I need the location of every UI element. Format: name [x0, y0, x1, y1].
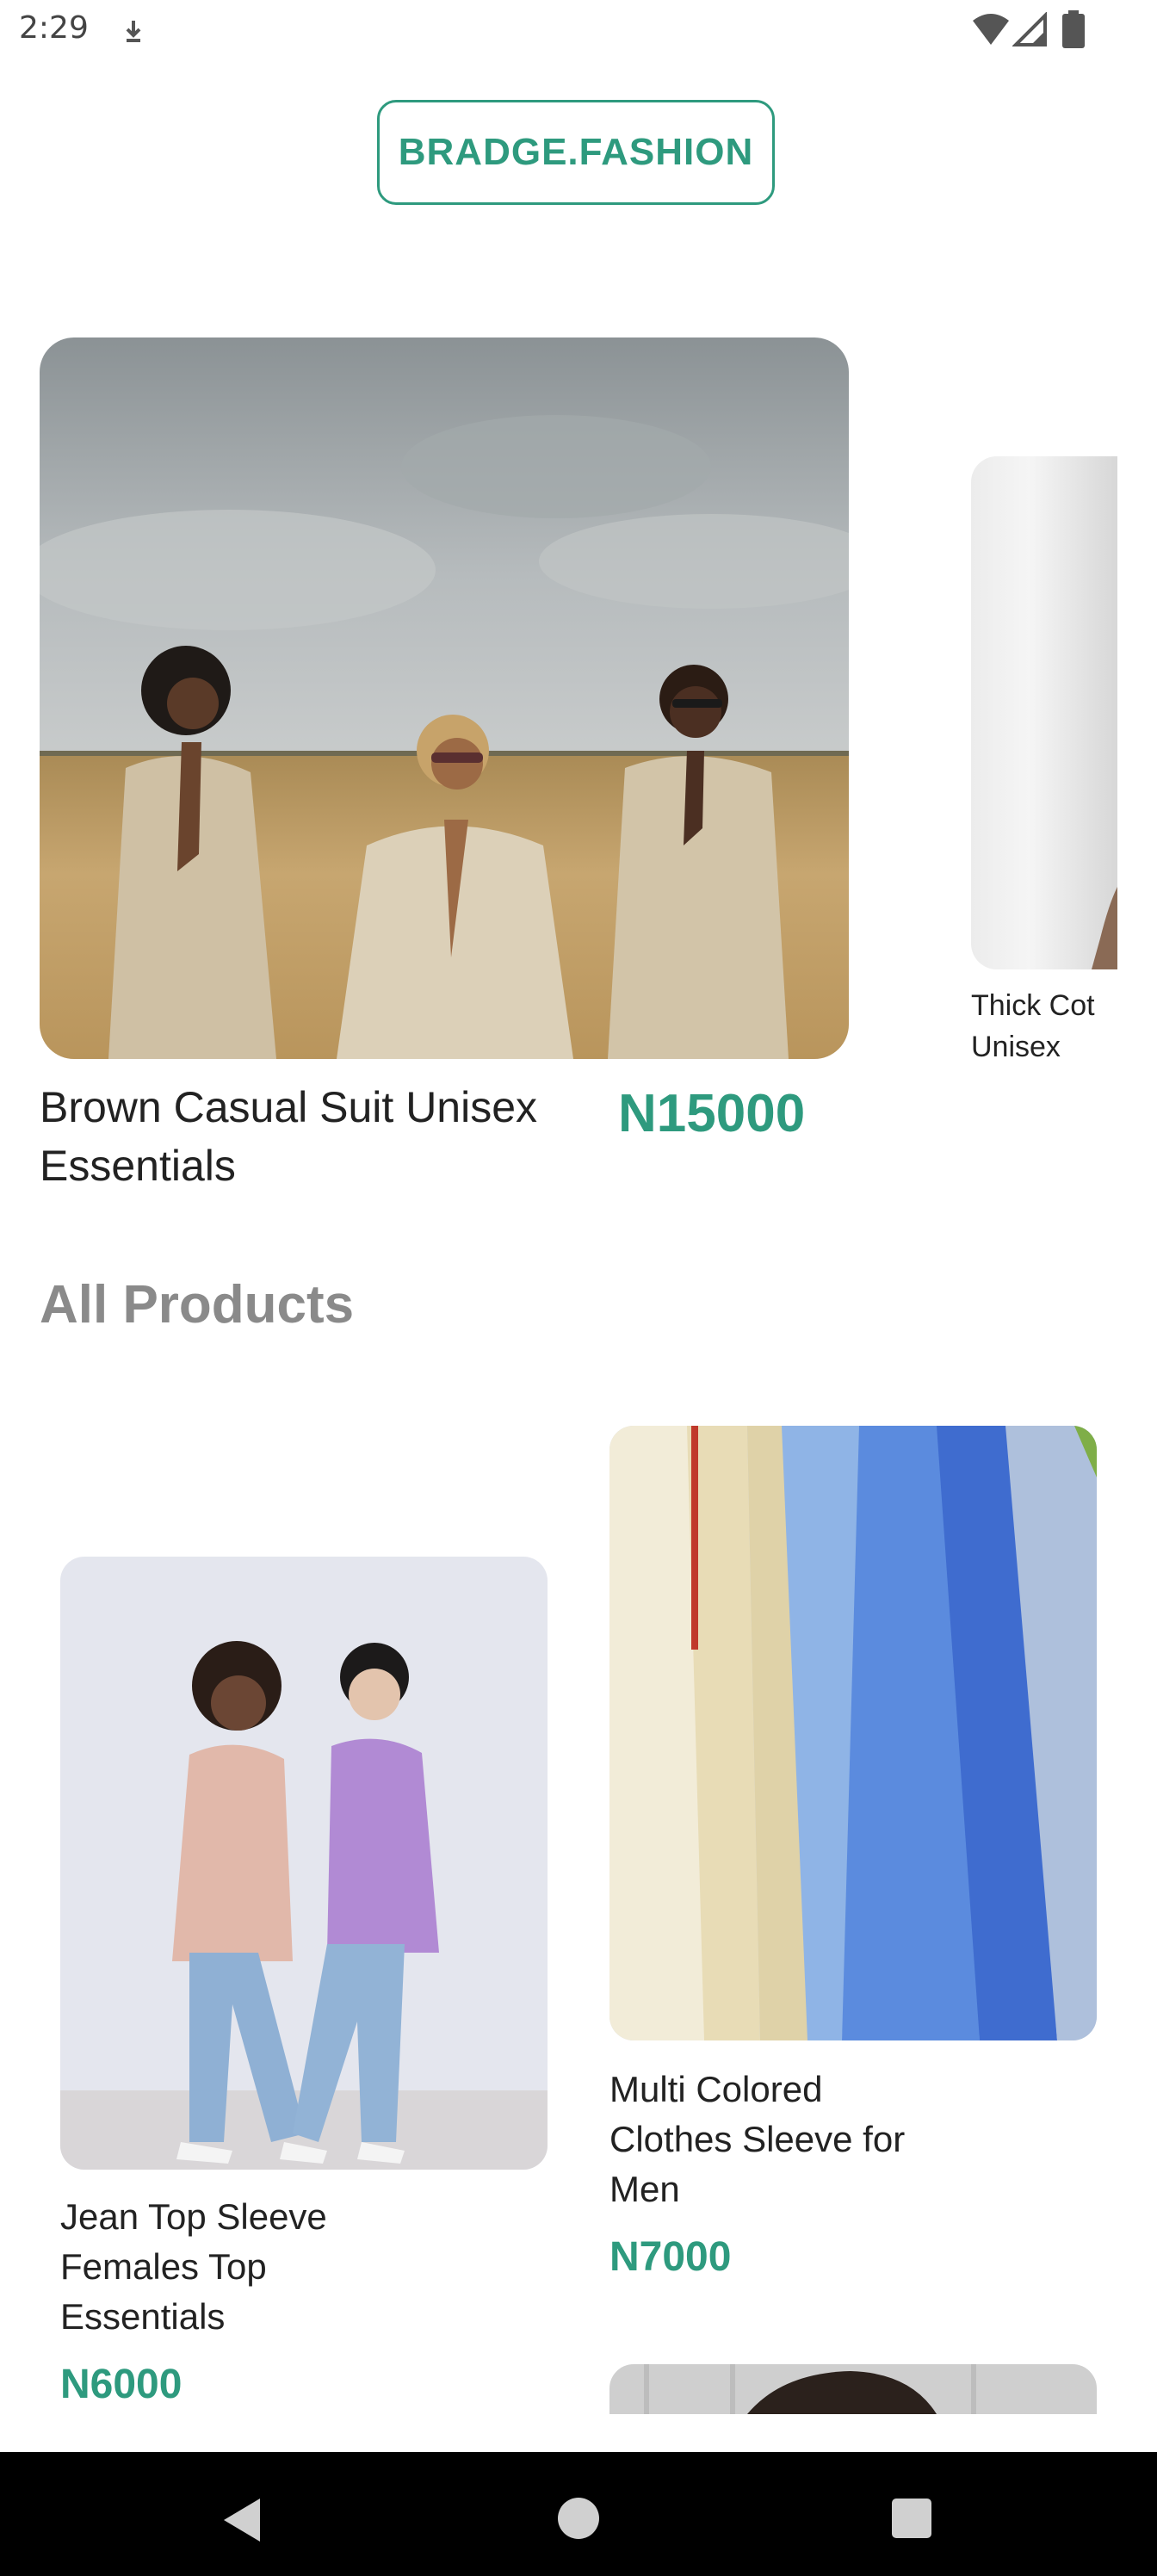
- navigation-bar: [0, 2452, 1157, 2576]
- product-price: N7000: [609, 2234, 732, 2280]
- next-featured-product-image[interactable]: [971, 456, 1117, 969]
- product-name-line: Females Top: [60, 2246, 267, 2287]
- product-name-line: Jean Top Sleeve: [60, 2196, 327, 2237]
- product-price: N6000: [60, 2362, 183, 2407]
- next-featured-name-line2: Unisex: [971, 1031, 1061, 1063]
- product-name-line: Multi Colored: [609, 2069, 823, 2109]
- featured-product-image[interactable]: [40, 337, 849, 1059]
- cellular-signal-icon: [1012, 12, 1047, 46]
- next-featured-name-line1: Thick Cot: [971, 989, 1095, 1022]
- recents-icon[interactable]: [892, 2499, 931, 2538]
- featured-product-price: N15000: [618, 1084, 806, 1143]
- wifi-icon: [973, 14, 1009, 45]
- home-icon[interactable]: [557, 2497, 600, 2540]
- product-name[interactable]: Multi Colored Clothes Sleeve for Men: [609, 2065, 1005, 2214]
- product-image[interactable]: [60, 1557, 548, 2170]
- battery-icon: [1062, 10, 1085, 48]
- brand-logo[interactable]: BRADGE.FASHION: [377, 100, 775, 205]
- brand-logo-text: BRADGE.FASHION: [398, 131, 754, 173]
- back-icon[interactable]: [220, 2497, 263, 2543]
- product-name[interactable]: Jean Top Sleeve Females Top Essentials: [60, 2192, 456, 2342]
- product-image[interactable]: [609, 2364, 1097, 2414]
- status-bar: 2:29: [0, 0, 1157, 62]
- all-products-title: All Products: [40, 1275, 355, 1334]
- product-name-line: Essentials: [60, 2296, 226, 2337]
- status-time: 2:29: [19, 10, 89, 46]
- download-icon: [126, 21, 141, 42]
- product-name-line: Men: [609, 2169, 680, 2209]
- next-featured-product-name[interactable]: Thick Cot Unisex: [971, 985, 1117, 1068]
- product-name-line: Clothes Sleeve for: [609, 2119, 906, 2159]
- product-image[interactable]: [609, 1426, 1097, 2040]
- featured-product-name[interactable]: Brown Casual Suit Unisex Essentials: [40, 1078, 625, 1195]
